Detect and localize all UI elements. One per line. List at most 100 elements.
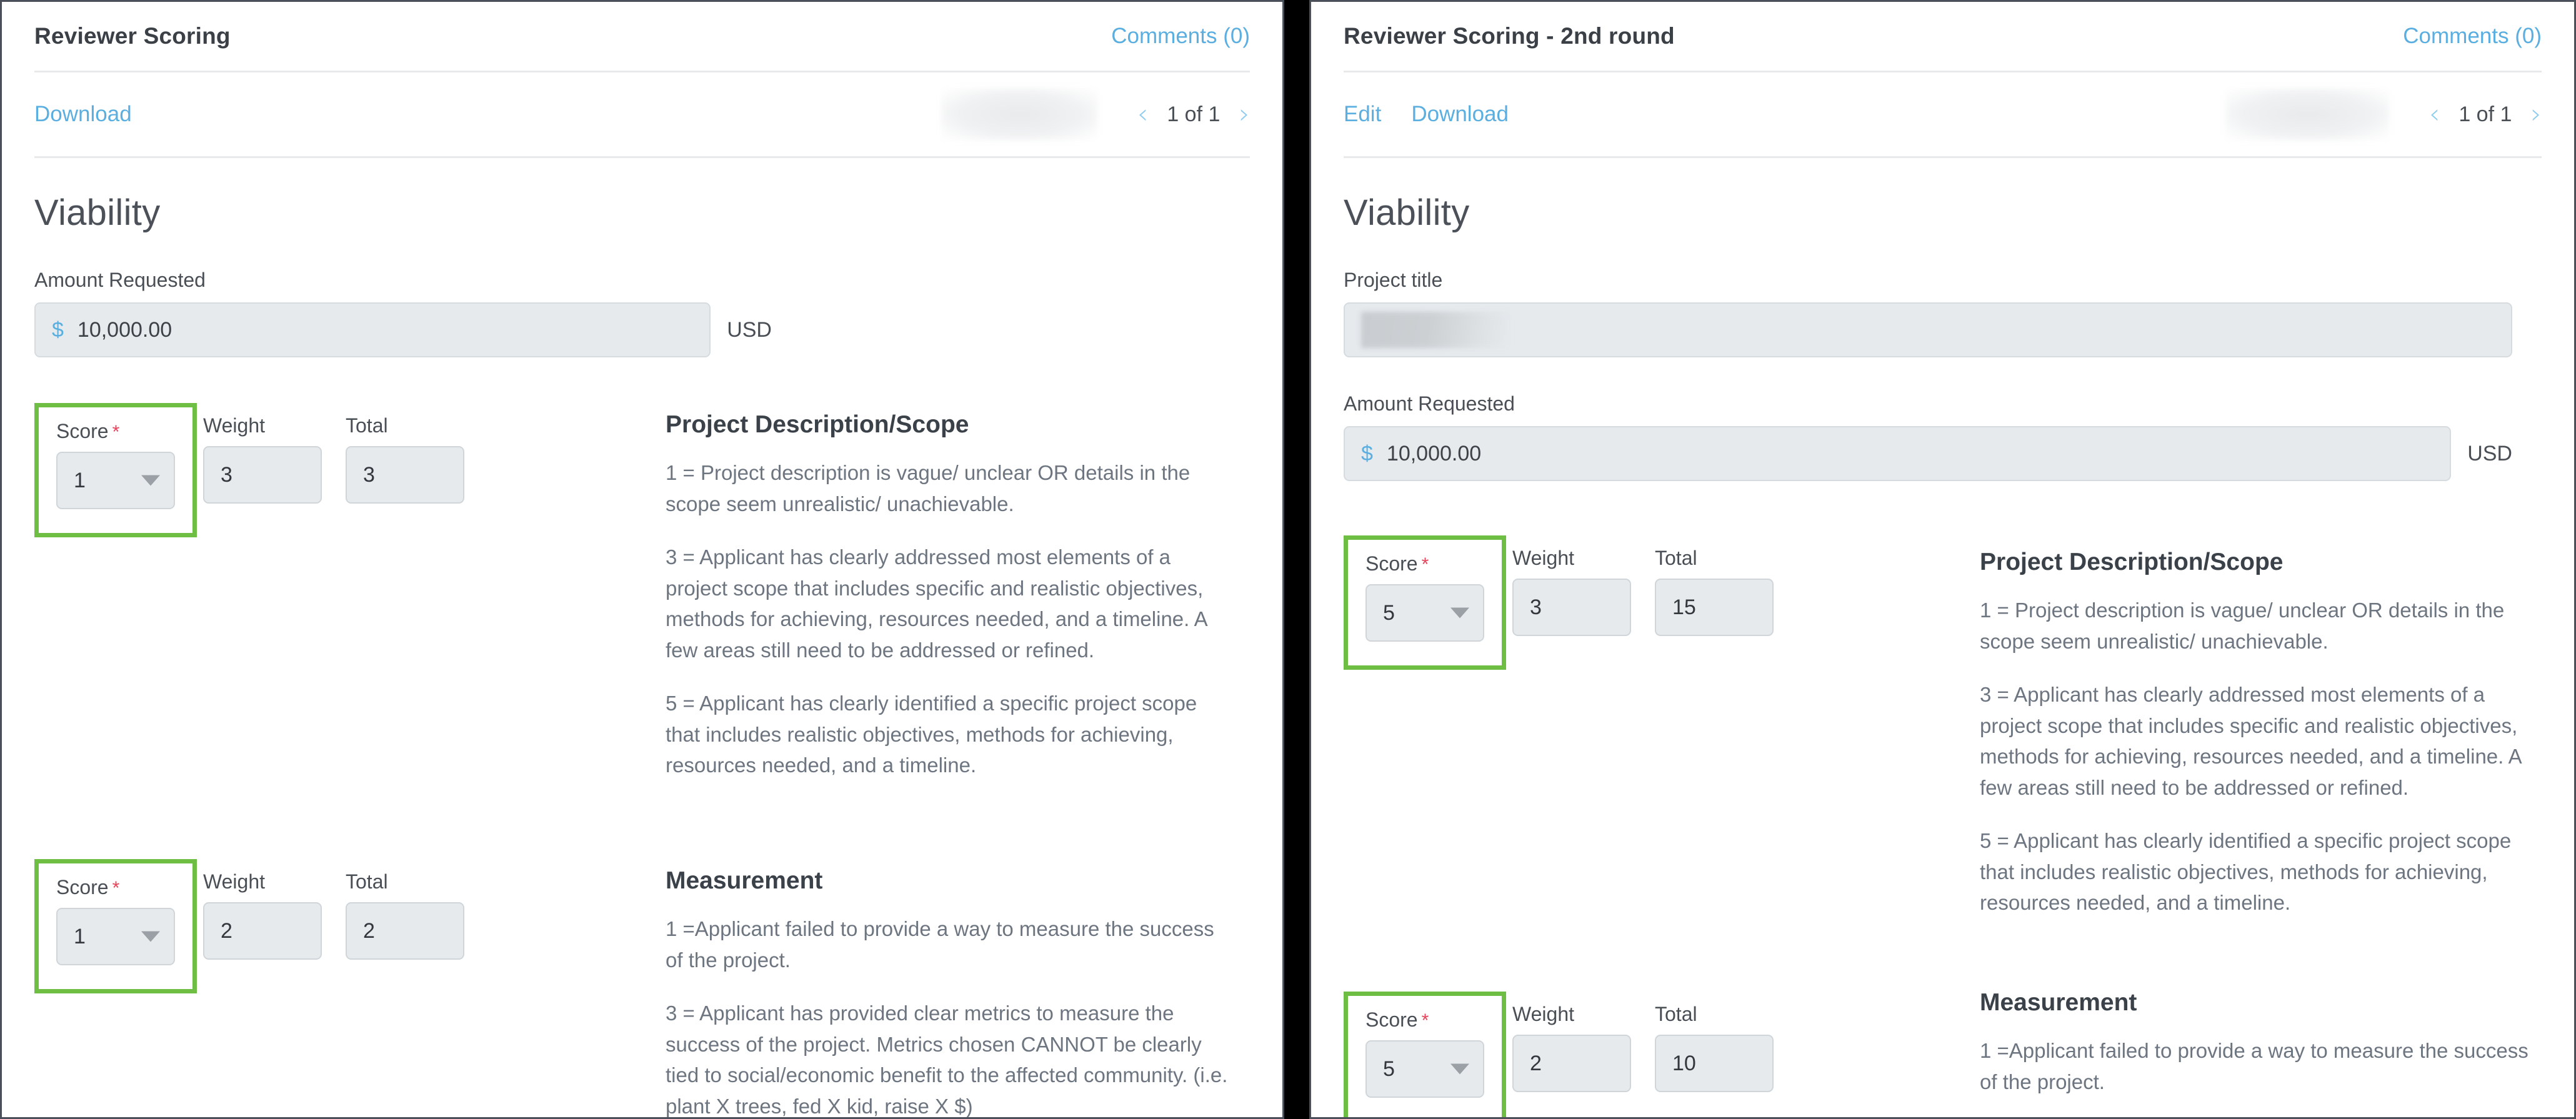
- edit-link[interactable]: Edit: [1344, 102, 1381, 127]
- criterion-paragraph: 1 =Applicant failed to provide a way to …: [1980, 1039, 2529, 1093]
- criterion-paragraph: 5 = Applicant has clearly identified a s…: [666, 692, 1197, 777]
- weight-value: 2: [221, 918, 232, 943]
- score-label: Score *: [56, 420, 120, 442]
- amount-requested-value: 10,000.00: [77, 317, 172, 342]
- pager: ‹ 1 of 1 ›: [2225, 88, 2542, 141]
- page-title: Reviewer Scoring: [34, 23, 231, 49]
- total-label: Total: [1655, 547, 1697, 569]
- score-label: Score *: [1365, 1008, 1429, 1031]
- required-asterisk: *: [112, 878, 120, 898]
- redacted-name-field: [941, 88, 1097, 141]
- criterion-title: Measurement: [666, 867, 823, 894]
- chevron-right-icon[interactable]: ›: [2530, 101, 2542, 128]
- weight-input[interactable]: 2: [1512, 1035, 1631, 1092]
- comments-link[interactable]: Comments (0): [2403, 24, 2542, 49]
- chevron-right-icon[interactable]: ›: [1239, 101, 1250, 128]
- total-field: Total 10: [1655, 1003, 1774, 1092]
- amount-requested-label: Amount Requested: [1344, 392, 1515, 415]
- score-row-project-description: Score * 5 Weight 3 Total 15: [1344, 535, 1774, 670]
- amount-requested-label: Amount Requested: [34, 269, 206, 291]
- action-links: Download: [34, 102, 132, 127]
- required-asterisk: *: [1421, 554, 1429, 575]
- chevron-down-icon: [1450, 1063, 1469, 1075]
- project-title-label: Project title: [1344, 269, 1443, 291]
- chevron-down-icon: [1450, 607, 1469, 619]
- score-select[interactable]: 1: [56, 908, 175, 965]
- total-input: 10: [1655, 1035, 1774, 1092]
- panel-separator: [1284, 0, 1309, 1119]
- page-title: Reviewer Scoring - 2nd round: [1344, 23, 1675, 49]
- chevron-left-icon[interactable]: ‹: [2429, 101, 2440, 128]
- dollar-icon: $: [52, 317, 64, 342]
- weight-field: Weight 2: [1512, 1003, 1631, 1092]
- score-field: Score * 1: [56, 420, 175, 509]
- total-value: 10: [1672, 1051, 1696, 1075]
- amount-requested-row: $ 10,000.00 USD: [34, 302, 772, 357]
- action-bar: Edit Download ‹ 1 of 1 ›: [1311, 72, 2574, 156]
- criterion-paragraph: 3 = Applicant has clearly addressed most…: [1980, 683, 2521, 799]
- panel-reviewer-scoring-round-2: Reviewer Scoring - 2nd round Comments (0…: [1309, 0, 2576, 1119]
- criterion-title: Measurement: [1980, 989, 2137, 1016]
- total-value: 15: [1672, 595, 1696, 619]
- score-row-measurement: Score * 1 Weight 2 Total 2: [34, 859, 464, 993]
- criterion-title: Project Description/Scope: [1980, 549, 2284, 575]
- weight-field: Weight 3: [1512, 547, 1631, 636]
- weight-label: Weight: [203, 414, 266, 437]
- amount-requested-block: Amount Requested $ 10,000.00 USD: [34, 269, 772, 357]
- divider: [34, 156, 1250, 158]
- amount-requested-value: 10,000.00: [1386, 441, 1482, 465]
- pager-label: 1 of 1: [1167, 102, 1221, 126]
- total-input: 3: [346, 446, 464, 504]
- total-value: 3: [363, 462, 375, 487]
- score-field: Score * 5: [1365, 552, 1484, 642]
- weight-label: Weight: [1512, 547, 1575, 569]
- amount-requested-block: Amount Requested $ 10,000.00 USD: [1344, 392, 2512, 481]
- score-select[interactable]: 1: [56, 452, 175, 509]
- dual-panel-comparison: Reviewer Scoring Comments (0) Download ‹…: [0, 0, 2576, 1119]
- total-label: Total: [346, 870, 388, 893]
- download-link[interactable]: Download: [34, 102, 132, 127]
- pager: ‹ 1 of 1 ›: [941, 88, 1250, 141]
- comments-link[interactable]: Comments (0): [1111, 24, 1250, 49]
- score-value: 5: [1383, 1057, 1395, 1081]
- criterion-paragraph: 3 = Applicant has provided clear metrics…: [666, 1002, 1228, 1118]
- redacted-project-title-value: [1361, 312, 1511, 348]
- criterion-measurement: Measurement 1 =Applicant failed to provi…: [666, 867, 1231, 1118]
- dollar-icon: $: [1361, 441, 1373, 465]
- weight-input[interactable]: 2: [203, 902, 322, 960]
- criterion-paragraph: 1 =Applicant failed to provide a way to …: [666, 917, 1214, 972]
- score-highlight-box: Score * 1: [34, 403, 197, 537]
- weight-value: 3: [1530, 595, 1542, 619]
- score-highlight-box: Score * 5: [1344, 535, 1506, 670]
- section-title: Viability: [1344, 192, 1470, 233]
- score-field: Score * 1: [56, 876, 175, 965]
- criterion-paragraph: 5 = Applicant has clearly identified a s…: [1980, 829, 2512, 914]
- action-bar: Download ‹ 1 of 1 ›: [2, 72, 1282, 156]
- total-label: Total: [346, 414, 388, 437]
- score-select[interactable]: 5: [1365, 1040, 1484, 1098]
- score-row-project-description: Score * 1 Weight 3 Total 3: [34, 403, 464, 537]
- chevron-left-icon[interactable]: ‹: [1137, 101, 1149, 128]
- chevron-down-icon: [141, 475, 160, 486]
- form-body: Viability Project title Amount Requested…: [1311, 192, 2574, 481]
- weight-input[interactable]: 3: [1512, 579, 1631, 636]
- redacted-name-field: [2225, 88, 2389, 141]
- score-label: Score *: [56, 876, 120, 898]
- card-header: Reviewer Scoring - 2nd round Comments (0…: [1311, 2, 2574, 71]
- panel-reviewer-scoring-round-1: Reviewer Scoring Comments (0) Download ‹…: [0, 0, 1284, 1119]
- score-select[interactable]: 5: [1365, 584, 1484, 642]
- chevron-down-icon: [141, 931, 160, 942]
- download-link[interactable]: Download: [1411, 102, 1509, 127]
- required-asterisk: *: [1421, 1010, 1429, 1031]
- total-field: Total 2: [346, 870, 464, 960]
- weight-input[interactable]: 3: [203, 446, 322, 504]
- criterion-paragraph: 1 = Project description is vague/ unclea…: [1980, 599, 2505, 653]
- project-title-input[interactable]: [1344, 302, 2512, 357]
- score-field: Score * 5: [1365, 1008, 1484, 1098]
- amount-requested-input[interactable]: $ 10,000.00: [1344, 426, 2452, 481]
- criterion-paragraph: 3 = Applicant has clearly addressed most…: [666, 545, 1207, 662]
- amount-requested-input[interactable]: $ 10,000.00: [34, 302, 711, 357]
- required-asterisk: *: [112, 422, 120, 442]
- action-links: Edit Download: [1344, 102, 1509, 127]
- currency-code-label: USD: [2467, 441, 2512, 465]
